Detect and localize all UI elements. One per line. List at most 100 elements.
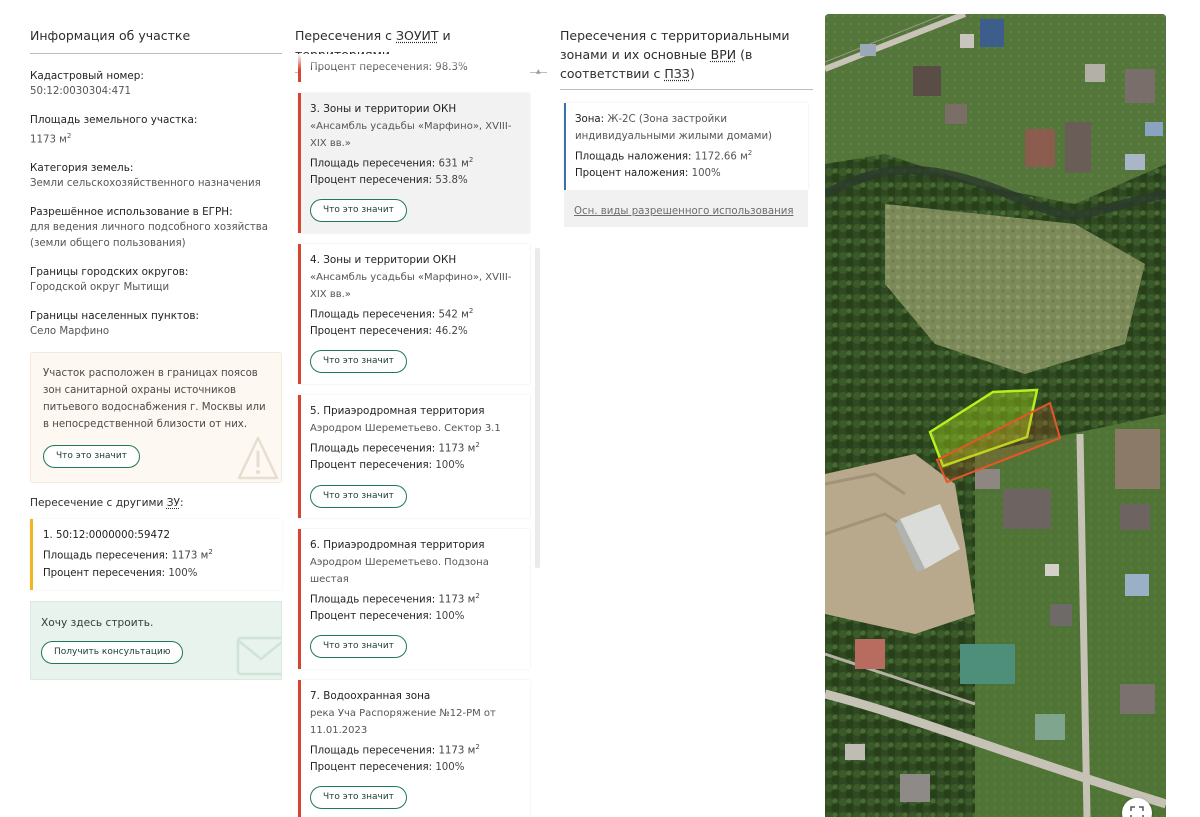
zouit-percent-label: Процент пересечения: <box>310 175 433 187</box>
zouit-what-it-means-button[interactable]: Что это значит <box>310 199 407 222</box>
zouit-area-label: Площадь пересечения: <box>310 309 436 321</box>
zones-header-line1: Пересечения с территориальными <box>560 28 790 43</box>
zouit-area-value: 542 м <box>438 309 469 321</box>
category-block: Категория земель: Земли сельскохозяйстве… <box>30 160 282 192</box>
zouit-card-percent: Процент пересечения: 100% <box>310 759 522 776</box>
build-consultation-box: Хочу здесь строить. Получить консультаци… <box>30 600 282 680</box>
zones-header: Пересечения с территориальными зонами и … <box>560 26 813 90</box>
zouit-area-sup: 2 <box>475 592 480 600</box>
zouit-area-value: 1173 м <box>438 745 476 757</box>
other-area-sup: 2 <box>208 548 213 557</box>
zone-value: Ж-2С (Зона застройки индивидуальными жил… <box>575 114 773 142</box>
territorial-zones-panel: Пересечения с территориальными зонами и … <box>560 26 813 228</box>
settlement-value: Село Марфино <box>30 326 110 338</box>
zouit-panel: Пересечения с ЗОУИТ и территориями Проце… <box>295 26 547 817</box>
zone-overlap-percent: Процент наложения: 100% <box>575 165 800 182</box>
cadastral-block: Кадастровый номер: 50:12:0030304:471 <box>30 68 282 100</box>
vri-link-container: Осн. виды разрешенного использования <box>564 190 808 228</box>
district-value: Городской округ Мытищи <box>30 282 170 294</box>
zouit-scroll-area[interactable]: Процент пересечения: 98.3% 3. Зоны и тер… <box>295 54 547 817</box>
other-header-prefix: Пересечение с другими <box>30 497 167 510</box>
zouit-area-label: Площадь пересечения: <box>310 745 436 757</box>
zouit-card-area: Площадь пересечения: 1173 м2 <box>310 739 522 759</box>
zouit-what-it-means-button[interactable]: Что это значит <box>310 485 407 508</box>
scrollbar-thumb[interactable] <box>535 248 540 568</box>
envelope-icon <box>236 636 281 676</box>
area-block: Площадь земельного участка: 1173 м2 <box>30 112 282 148</box>
zouit-percent-label: Процент пересечения: <box>310 460 433 472</box>
category-label: Категория земель: <box>30 162 134 175</box>
overlap-area-sup: 2 <box>747 149 753 157</box>
zouit-percent-value: 53.8% <box>435 175 468 187</box>
warning-what-it-means-button[interactable]: Что это значит <box>43 445 140 469</box>
zones-header-line2: зонами и их основные ВРИ (в <box>560 45 813 64</box>
zouit-card: 3. Зоны и территории ОКН «Ансамбль усадь… <box>298 93 530 233</box>
zone-name: Зона: Ж-2С (Зона застройки индивидуальны… <box>575 111 800 145</box>
main-vri-link[interactable]: Осн. виды разрешенного использования <box>574 206 793 217</box>
zouit-card-percent: Процент пересечения: 100% <box>310 608 522 625</box>
zouit-card-percent: Процент пересечения: 46.2% <box>310 323 522 340</box>
other-parcel-percent: Процент пересечения: 100% <box>43 565 272 582</box>
settlement-block: Границы населенных пунктов: Село Марфино <box>30 308 282 340</box>
zouit-card-subtitle: река Уча Распоряжение №12-РМ от 11.01.20… <box>310 708 496 736</box>
zones-header-line3-suffix: ) <box>689 66 695 81</box>
zouit-area-sup: 2 <box>475 441 480 449</box>
zouit-header-prefix: Пересечения с <box>295 28 396 43</box>
zouit-card-title: 7. Водоохранная зона <box>310 690 431 702</box>
overlap-percent-label: Процент наложения: <box>575 168 689 180</box>
area-label: Площадь земельного участка: <box>30 114 198 126</box>
zouit-area-value: 631 м <box>438 158 469 170</box>
zouit-area-label: Площадь пересечения: <box>310 443 436 455</box>
get-consultation-button[interactable]: Получить консультацию <box>41 640 184 664</box>
other-header-suffix: : <box>180 497 184 510</box>
zones-header-abbr-pzz: ПЗЗ <box>664 66 690 81</box>
zouit-area-value: 1173 м <box>438 443 476 455</box>
settlement-label: Границы населенных пунктов: <box>30 310 200 323</box>
zouit-percent-value: 46.2% <box>435 326 468 338</box>
zouit-card: 4. Зоны и территории ОКН «Ансамбль усадь… <box>298 244 530 384</box>
area-value: 1173 м2 <box>30 128 282 148</box>
other-parcel-title: 1. 50:12:0000000:59472 <box>43 530 170 542</box>
zouit-percent-value: 100% <box>435 460 465 472</box>
zouit-percent-value: 100% <box>435 611 465 623</box>
category-value: Земли сельскохозяйственного назначения <box>30 178 261 190</box>
zouit-card-subtitle: «Ансамбль усадьбы «Марфино», XVIII-XIX в… <box>310 272 512 300</box>
parcel-info-panel: Информация об участке Кадастровый номер:… <box>30 26 282 680</box>
zouit-card-percent: Процент пересечения: 100% <box>310 457 522 474</box>
map-expand-button[interactable] <box>1122 798 1152 817</box>
zones-header-abbr-vri: ВРИ <box>710 47 737 62</box>
zouit-what-it-means-button[interactable]: Что это значит <box>310 635 407 658</box>
usage-value: для ведения личного подсобного хозяйства… <box>30 222 269 250</box>
other-percent-value: 100% <box>168 567 198 579</box>
other-header-abbr: ЗУ <box>166 497 180 510</box>
zouit-card-area: Площадь пересечения: 1173 м2 <box>310 437 522 457</box>
zouit-card: 7. Водоохранная зона река Уча Распоряжен… <box>298 680 530 817</box>
zouit-area-sup: 2 <box>468 307 474 315</box>
overlap-percent-value: 100% <box>691 168 721 180</box>
zouit-what-it-means-button[interactable]: Что это значит <box>310 786 407 809</box>
zouit-card: 6. Приаэродромная территория Аэродром Ше… <box>298 529 530 669</box>
zouit-card-title: 5. Приаэродромная территория <box>310 405 485 417</box>
zouit-card-subtitle: Аэродром Шереметьево. Сектор 3.1 <box>310 423 501 434</box>
overlap-area-label: Площадь наложения: <box>575 151 692 163</box>
zouit-card-title: 3. Зоны и территории ОКН <box>310 103 457 115</box>
scroll-up-arrow-icon[interactable]: ▲ <box>536 68 541 75</box>
zouit-header-abbr: ЗОУИТ <box>396 28 439 43</box>
zouit-area-label: Площадь пересечения: <box>310 594 436 606</box>
zouit-what-it-means-button[interactable]: Что это значит <box>310 350 407 373</box>
usage-block: Разрешённое использование в ЕГРН: для ве… <box>30 204 282 252</box>
area-number: 1173 м <box>30 134 67 146</box>
other-area-value: 1173 м <box>171 550 209 562</box>
zouit-area-value: 1173 м <box>438 594 476 606</box>
warning-text: Участок расположен в границах поясов зон… <box>43 368 266 431</box>
satellite-map[interactable] <box>825 14 1166 817</box>
cadastral-label: Кадастровый номер: <box>30 70 144 82</box>
district-block: Границы городских округов: Городской окр… <box>30 264 282 296</box>
zone-overlap-area: Площадь наложения: 1172.66 м2 <box>575 145 800 165</box>
zones-header-line2-suffix: (в <box>736 47 753 62</box>
zouit-percent-label: Процент пересечения: <box>310 611 433 623</box>
zouit-percent-label: Процент пересечения: <box>310 762 433 774</box>
expand-icon <box>1130 806 1144 817</box>
zones-header-line3-prefix: соответствии с <box>560 66 665 81</box>
zouit-scrollbar[interactable] <box>535 54 540 574</box>
